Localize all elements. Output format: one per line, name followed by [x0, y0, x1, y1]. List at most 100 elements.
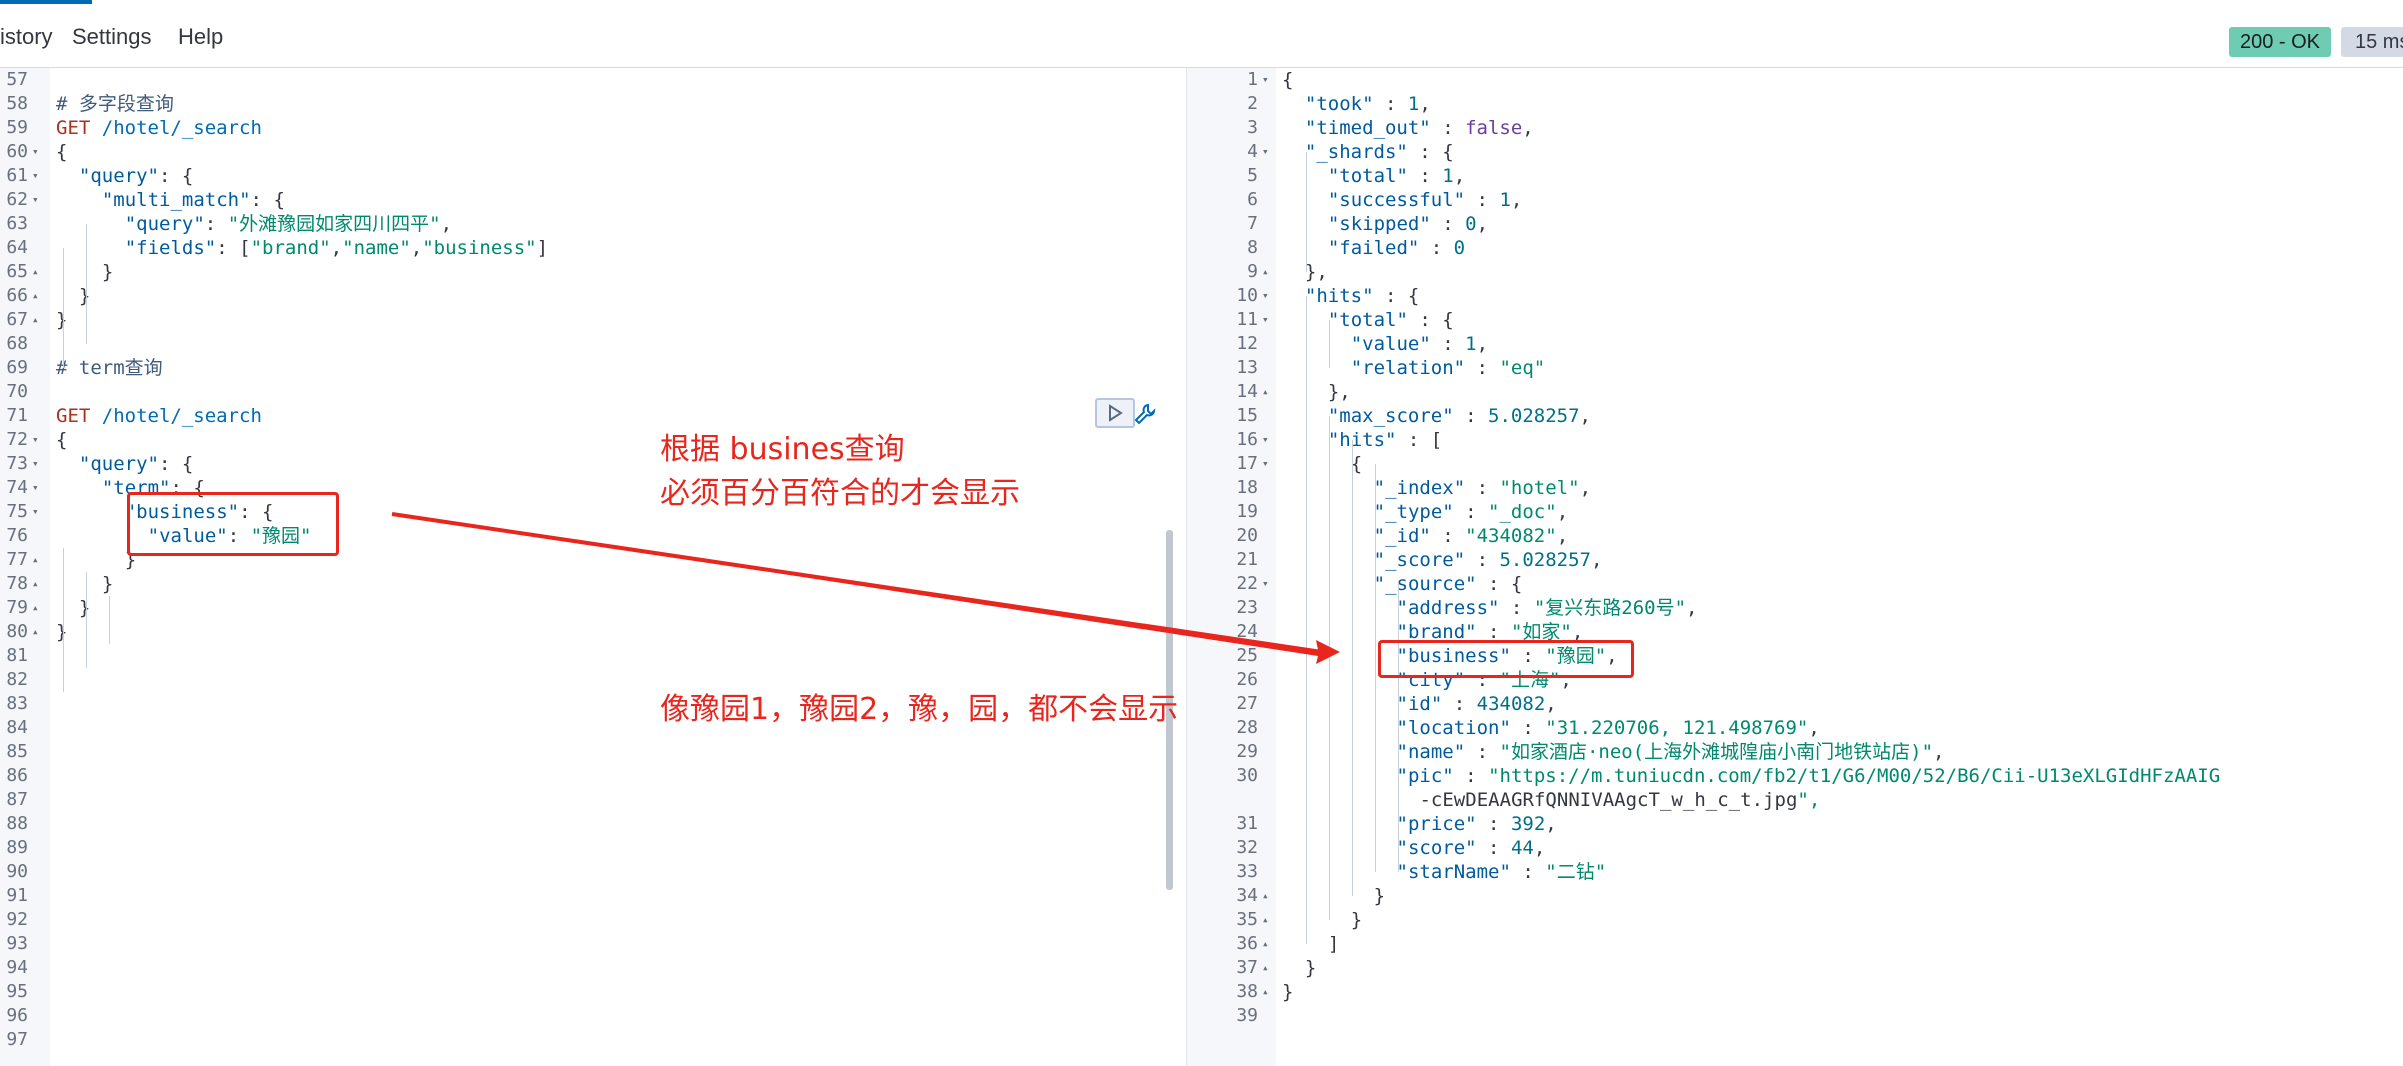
fold-toggle-icon[interactable]: ▾ [1262, 68, 1269, 92]
fold-toggle-icon[interactable]: ▾ [32, 476, 39, 500]
fold-toggle-icon[interactable]: ▾ [32, 188, 39, 212]
fold-toggle-icon[interactable]: ▴ [32, 260, 39, 284]
indent-guide [86, 224, 87, 344]
line-number: 66 [6, 285, 28, 306]
line-code: "price" : 392, [1396, 813, 1557, 835]
line-number: 36 [1236, 933, 1258, 954]
line-number: 95 [6, 981, 28, 1002]
request-highlight-box [127, 492, 339, 556]
line-number: 6 [1247, 189, 1258, 210]
line-code: "name" : "如家酒店·neo(上海外滩城隍庙小南门地铁站店)", [1396, 741, 1945, 763]
menu-settings[interactable]: Settings [72, 24, 152, 50]
pane-splitter[interactable] [1186, 68, 1204, 1066]
line-number: 86 [6, 765, 28, 786]
line-number: 87 [6, 789, 28, 810]
line-number: 2 [1247, 93, 1258, 114]
line-code: "query": "外滩豫园如家四川四平", [124, 213, 453, 235]
annotation-example: 像豫园1，豫园2，豫，园，都不会显示 [660, 692, 1179, 727]
fold-toggle-icon[interactable]: ▾ [32, 164, 39, 188]
indent-guide [86, 572, 87, 668]
fold-toggle-icon[interactable]: ▾ [1262, 572, 1269, 596]
line-number: 8 [1247, 237, 1258, 258]
fold-toggle-icon[interactable]: ▴ [1262, 908, 1269, 932]
line-code: "_type" : "_doc", [1373, 501, 1569, 523]
fold-toggle-icon[interactable]: ▴ [32, 572, 39, 596]
line-number: 88 [6, 813, 28, 834]
line-number: 1 [1247, 69, 1258, 90]
line-code: } [101, 573, 114, 595]
indent-guide [1306, 152, 1307, 272]
line-code: "pic" : "https://m.tuniucdn.com/fb2/t1/G… [1396, 765, 2221, 787]
line-code: { [1350, 453, 1363, 475]
fold-toggle-icon[interactable]: ▴ [1262, 980, 1269, 1004]
line-number: 73 [6, 453, 28, 474]
line-number: 71 [6, 405, 28, 426]
line-number: 82 [6, 669, 28, 690]
line-code: "_source" : { [1373, 573, 1523, 595]
line-number: 32 [1236, 837, 1258, 858]
line-number: 24 [1236, 621, 1258, 642]
line-number: 67 [6, 309, 28, 330]
fold-toggle-icon[interactable]: ▴ [1262, 380, 1269, 404]
indent-guide [1329, 320, 1330, 368]
line-number: 61 [6, 165, 28, 186]
fold-toggle-icon[interactable]: ▾ [32, 140, 39, 164]
indent-guide [1306, 296, 1307, 944]
line-number: 7 [1247, 213, 1258, 234]
fold-toggle-icon[interactable]: ▴ [32, 596, 39, 620]
line-number: 75 [6, 501, 28, 522]
request-editor[interactable]: 57 58 # 多字段查询 59 GET /hotel/_search 60 ▾{61 ▾ "… [0, 68, 1186, 1066]
response-time-badge: 15 ms [2341, 27, 2403, 57]
annotation-rule: 必须百分百符合的才会显示 [660, 476, 1020, 511]
line-code: "location" : "31.220706, 121.498769", [1396, 717, 1820, 739]
fold-toggle-icon[interactable]: ▴ [32, 284, 39, 308]
fold-toggle-icon[interactable]: ▾ [32, 500, 39, 524]
wrench-icon[interactable] [1133, 402, 1157, 426]
fold-toggle-icon[interactable]: ▾ [32, 452, 39, 476]
fold-toggle-icon[interactable]: ▾ [1262, 284, 1269, 308]
top-bar: istory Settings Help 200 - OK 15 ms [0, 0, 2403, 68]
status-badge: 200 - OK [2229, 27, 2331, 57]
line-code: { [1282, 69, 1294, 91]
line-code: "failed" : 0 [1327, 237, 1466, 259]
fold-toggle-icon[interactable]: ▾ [1262, 428, 1269, 452]
fold-toggle-icon[interactable]: ▴ [32, 548, 39, 572]
line-code: "fields": ["brand","name","business"] [124, 237, 549, 259]
line-number: 3 [1247, 117, 1258, 138]
active-tab-indicator [0, 0, 92, 4]
indent-guide [1352, 440, 1353, 896]
fold-toggle-icon[interactable]: ▾ [1262, 140, 1269, 164]
fold-toggle-icon[interactable]: ▴ [1262, 884, 1269, 908]
line-number: 22 [1236, 573, 1258, 594]
fold-toggle-icon[interactable]: ▾ [32, 428, 39, 452]
line-code: "hits" : { [1304, 285, 1420, 307]
line-code: "relation" : "eq" [1350, 357, 1546, 379]
fold-toggle-icon[interactable]: ▴ [1262, 260, 1269, 284]
line-number: 16 [1236, 429, 1258, 450]
fold-toggle-icon[interactable]: ▴ [32, 308, 39, 332]
line-number: 93 [6, 933, 28, 954]
fold-toggle-icon[interactable]: ▴ [1262, 932, 1269, 956]
fold-toggle-icon[interactable]: ▾ [1262, 452, 1269, 476]
line-number: 90 [6, 861, 28, 882]
line-number: 37 [1236, 957, 1258, 978]
line-code: "total" : { [1327, 309, 1454, 331]
line-number: 69 [6, 357, 28, 378]
line-number: 13 [1236, 357, 1258, 378]
line-number: 96 [6, 1005, 28, 1026]
line-number: 10 [1236, 285, 1258, 306]
line-number: 83 [6, 693, 28, 714]
line-code: { [56, 429, 68, 451]
line-number: 38 [1236, 981, 1258, 1002]
fold-toggle-icon[interactable]: ▴ [32, 620, 39, 644]
fold-toggle-icon[interactable]: ▴ [1262, 956, 1269, 980]
line-code: "_shards" : { [1304, 141, 1454, 163]
line-number: 19 [1236, 501, 1258, 522]
run-request-button[interactable] [1095, 398, 1135, 428]
line-number: 70 [6, 381, 28, 402]
fold-toggle-icon[interactable]: ▾ [1262, 308, 1269, 332]
menu-history[interactable]: istory [0, 24, 53, 50]
line-code: "query": { [78, 453, 194, 475]
line-number: 12 [1236, 333, 1258, 354]
menu-help[interactable]: Help [178, 24, 223, 50]
